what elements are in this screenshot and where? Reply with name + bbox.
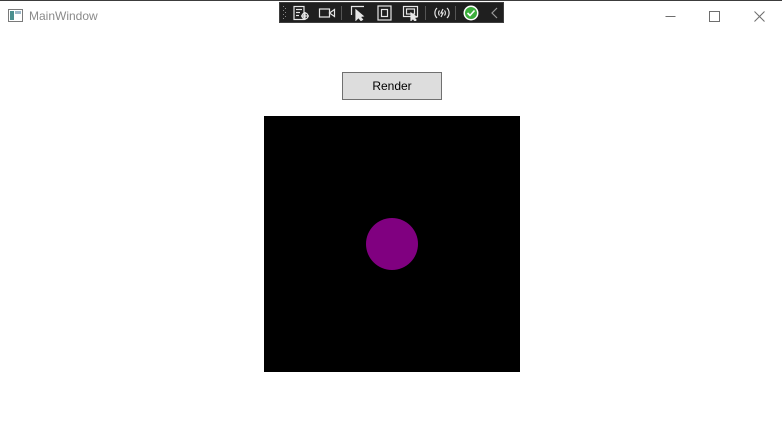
binding-status-ok-icon[interactable] [462, 5, 480, 21]
window-title: MainWindow [29, 9, 98, 23]
xaml-debug-toolbar [279, 2, 504, 23]
hot-reload-icon[interactable] [433, 5, 451, 21]
maximize-icon [709, 10, 720, 22]
toolbar-separator [425, 6, 426, 20]
toolbar-separator [455, 6, 456, 20]
maximize-button[interactable] [692, 1, 737, 31]
toolbar-separator [341, 6, 342, 20]
collapse-toolbar-icon[interactable] [486, 5, 504, 21]
minimize-button[interactable] [648, 1, 693, 31]
display-layout-adorners-icon[interactable] [376, 5, 394, 21]
render-canvas [264, 116, 520, 372]
track-focus-icon[interactable] [402, 5, 420, 21]
rendered-circle [366, 218, 418, 270]
select-element-icon[interactable] [350, 5, 368, 21]
app-window-icon [8, 9, 23, 22]
record-icon[interactable] [318, 5, 336, 21]
close-icon [754, 10, 765, 22]
live-visual-tree-icon[interactable] [292, 5, 310, 21]
render-button[interactable]: Render [342, 72, 442, 100]
toolbar-grip-icon[interactable] [283, 6, 287, 20]
close-button[interactable] [737, 1, 782, 31]
minimize-icon [665, 11, 676, 22]
